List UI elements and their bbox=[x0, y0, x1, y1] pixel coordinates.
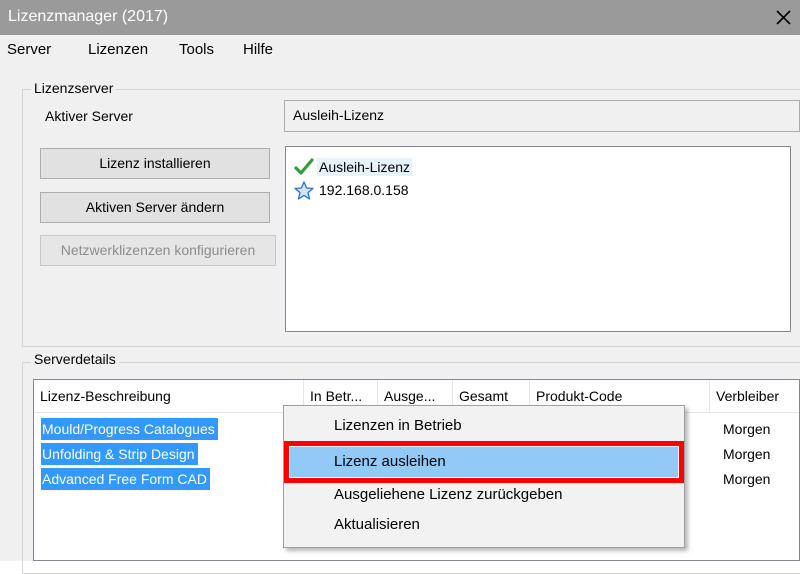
close-button[interactable] bbox=[766, 0, 800, 35]
change-active-server-button[interactable]: Aktiven Server ändern bbox=[40, 192, 270, 223]
column-header-description[interactable]: Lizenz-Beschreibung bbox=[34, 380, 304, 412]
checkmark-icon bbox=[294, 158, 314, 175]
row-remaining: Morgen bbox=[723, 471, 771, 487]
configure-network-licenses-button[interactable]: Netzwerklizenzen konfigurieren bbox=[40, 235, 276, 266]
install-license-button[interactable]: Lizenz installieren bbox=[40, 148, 270, 179]
server-list-item-label: 192.168.0.158 bbox=[319, 182, 409, 198]
menu-lizenzen[interactable]: Lizenzen bbox=[88, 41, 148, 58]
row-description: Advanced Free Form CAD bbox=[41, 468, 210, 490]
row-description: Mould/Progress Catalogues bbox=[41, 418, 218, 440]
server-list-item-borrow[interactable]: Ausleih-Lizenz bbox=[294, 156, 413, 178]
window-title: Lizenzmanager (2017) bbox=[8, 8, 169, 25]
menu-item-return-license[interactable]: Ausgeliehene Lizenz zurückgeben bbox=[290, 480, 678, 510]
menu-bar: Server Lizenzen Tools Hilfe bbox=[0, 35, 800, 63]
menu-item-licenses-in-use[interactable]: Lizenzen in Betrieb bbox=[290, 411, 678, 441]
menu-hilfe[interactable]: Hilfe bbox=[243, 41, 273, 58]
title-bar: Lizenzmanager (2017) bbox=[0, 0, 800, 35]
row-remaining: Morgen bbox=[723, 446, 771, 462]
active-server-label: Aktiver Server bbox=[45, 108, 133, 124]
active-server-field: Ausleih-Lizenz bbox=[284, 100, 800, 132]
menu-item-borrow-license[interactable]: Lizenz ausleihen bbox=[284, 441, 684, 483]
menu-item-refresh[interactable]: Aktualisieren bbox=[290, 510, 678, 540]
column-header-remaining[interactable]: Verbleiber bbox=[710, 380, 799, 412]
row-description: Unfolding & Strip Design bbox=[41, 443, 198, 465]
server-list-item-network[interactable]: 192.168.0.158 bbox=[294, 179, 411, 201]
server-list-item-label: Ausleih-Lizenz bbox=[317, 158, 413, 176]
row-remaining: Morgen bbox=[723, 421, 771, 437]
menu-server[interactable]: Server bbox=[7, 41, 51, 58]
star-icon bbox=[294, 180, 314, 200]
close-icon bbox=[776, 10, 791, 25]
license-server-group-label: Lizenzserver bbox=[31, 80, 117, 96]
server-details-group-label: Serverdetails bbox=[31, 351, 119, 367]
context-menu: Lizenzen in Betrieb Lizenz ausleihen Aus… bbox=[283, 405, 685, 548]
server-list[interactable]: Ausleih-Lizenz 192.168.0.158 bbox=[285, 146, 791, 332]
menu-tools[interactable]: Tools bbox=[179, 41, 214, 58]
